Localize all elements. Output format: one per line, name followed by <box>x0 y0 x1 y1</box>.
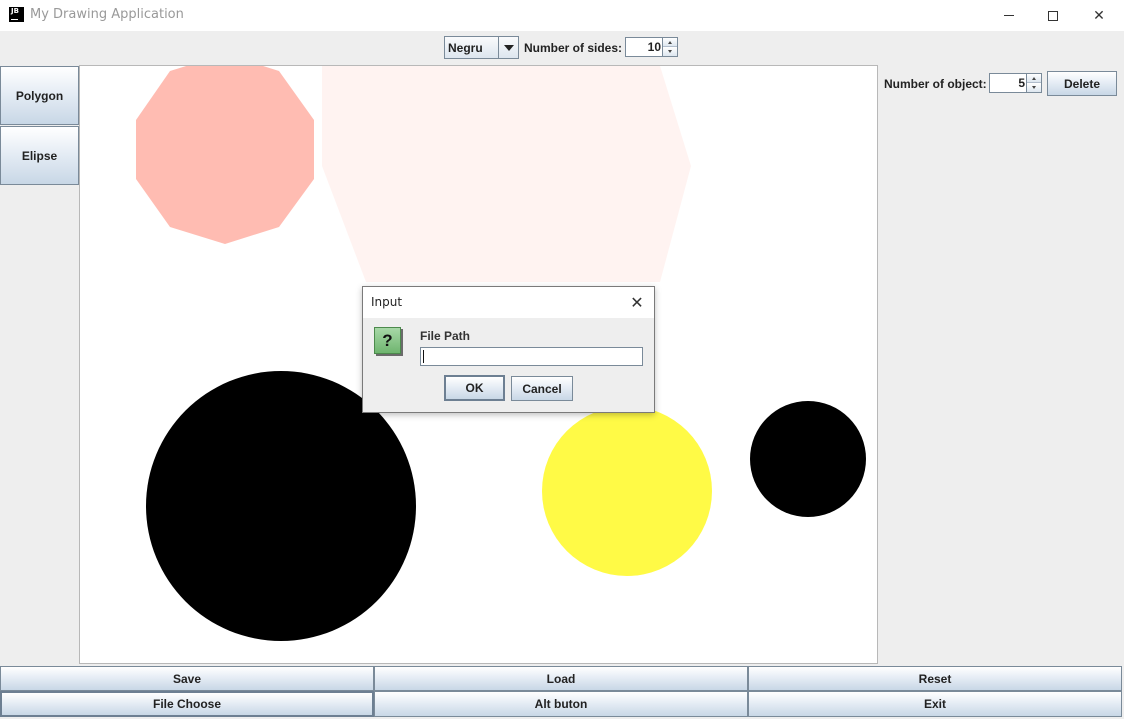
objects-increment-arrow-icon[interactable] <box>1027 74 1041 83</box>
maximize-icon[interactable] <box>1030 0 1076 31</box>
file-path-input[interactable] <box>420 347 643 366</box>
objects-spinner[interactable]: 5 <box>989 73 1042 93</box>
window-title-bar: JB My Drawing Application ✕ <box>0 0 1124 31</box>
dialog-close-icon[interactable]: ✕ <box>625 291 649 313</box>
sides-increment-arrow-icon[interactable] <box>663 38 677 47</box>
minimize-icon[interactable] <box>986 0 1032 31</box>
dialog-title: Input <box>371 295 403 309</box>
dialog-title-bar: Input ✕ <box>363 287 654 318</box>
delete-button[interactable]: Delete <box>1047 71 1117 96</box>
objects-decrement-arrow-icon[interactable] <box>1027 83 1041 92</box>
window-title: My Drawing Application <box>30 7 184 22</box>
sides-label: Number of sides: <box>524 41 623 55</box>
alt-button[interactable]: Alt buton <box>374 691 748 717</box>
polygon-button[interactable]: Polygon <box>0 66 79 125</box>
save-button[interactable]: Save <box>0 666 374 691</box>
sides-decrement-arrow-icon[interactable] <box>663 47 677 56</box>
file-path-label: File Path <box>420 329 471 343</box>
color-select[interactable]: Negru <box>444 36 519 59</box>
file-choose-button[interactable]: File Choose <box>0 691 374 717</box>
circle-yellow[interactable] <box>542 406 712 576</box>
app-icon-text: JB <box>11 7 19 15</box>
ok-button[interactable]: OK <box>444 375 505 401</box>
close-icon[interactable]: ✕ <box>1076 0 1122 31</box>
objects-label: Number of object: <box>884 77 987 91</box>
sides-value: 10 <box>647 40 661 54</box>
exit-button[interactable]: Exit <box>748 691 1122 717</box>
cancel-button[interactable]: Cancel <box>511 376 573 401</box>
input-dialog: Input ✕ ? File Path OK Cancel <box>362 286 655 413</box>
sides-spinner[interactable]: 10 <box>625 37 678 57</box>
chevron-down-icon[interactable] <box>498 37 518 58</box>
color-select-value: Negru <box>448 41 483 55</box>
hexagon-shape[interactable] <box>322 66 691 282</box>
question-icon: ? <box>374 327 401 354</box>
app-icon: JB <box>9 7 24 22</box>
elipse-button[interactable]: Elipse <box>0 126 79 185</box>
decagon-shape[interactable] <box>136 66 314 244</box>
circle-small[interactable] <box>750 401 866 517</box>
objects-value: 5 <box>1018 76 1025 90</box>
reset-button[interactable]: Reset <box>748 666 1122 691</box>
load-button[interactable]: Load <box>374 666 748 691</box>
